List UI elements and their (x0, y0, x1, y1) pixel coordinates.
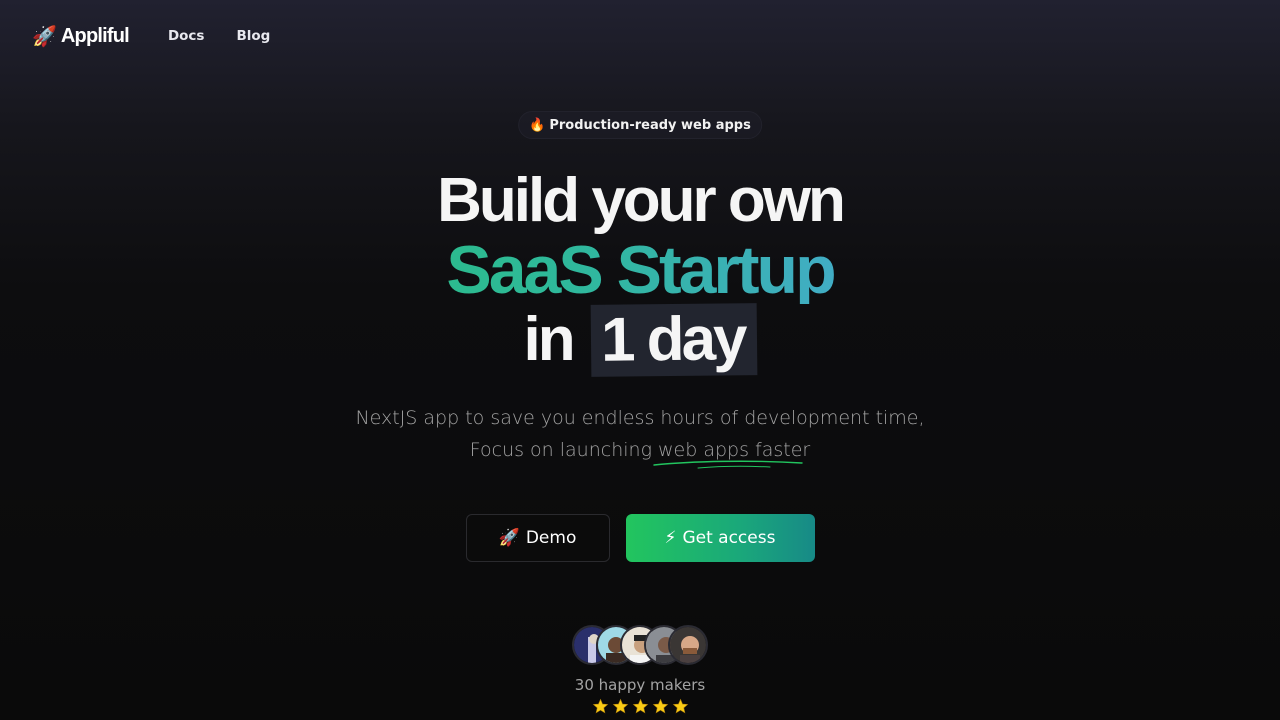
hero-subtitle: NextJS app to save you endless hours of … (0, 402, 1280, 469)
hero-headline: Build your own SaaS Startup in 1 day (0, 166, 1280, 377)
star-icon (632, 698, 648, 714)
headline-highlight: 1 day (590, 303, 757, 377)
headline-line-3: in 1 day (0, 303, 1280, 377)
demo-button[interactable]: 🚀 Demo (465, 514, 610, 562)
avatar (668, 625, 708, 665)
hero-actions: 🚀 Demo ⚡ Get access (0, 514, 1280, 562)
subtitle-line-2-prefix: Focus on launching (469, 439, 659, 461)
headline-line-2-gradient: SaaS Startup (0, 236, 1280, 304)
logo-text: Appliful (60, 24, 130, 47)
main-nav: Docs Blog (168, 28, 270, 44)
underlined-text: web apps faster (658, 439, 811, 461)
site-header: 🚀 Appliful Docs Blog (0, 0, 1280, 72)
fire-icon: 🔥 (529, 117, 546, 133)
logo-link[interactable]: 🚀 Appliful (32, 24, 130, 48)
underlined-phrase: web apps faster (653, 434, 811, 469)
avatar-stack (572, 625, 708, 665)
nav-link-docs[interactable]: Docs (168, 28, 205, 44)
get-access-button[interactable]: ⚡ Get access (625, 514, 815, 562)
star-icon (652, 698, 668, 714)
badge-text: Production-ready web apps (549, 117, 751, 133)
headline-prefix: in (523, 305, 576, 374)
headline-line-1: Build your own (437, 166, 846, 235)
rocket-icon: 🚀 (32, 24, 57, 48)
scribble-underline-icon (653, 460, 803, 469)
nav-link-blog[interactable]: Blog (236, 28, 270, 44)
get-access-button-label: Get access (682, 528, 776, 548)
subtitle-line-2: Focus on launching web apps faster (0, 434, 1280, 469)
star-icon (592, 698, 608, 714)
happy-makers-count: 30 happy makers (574, 676, 706, 694)
announcement-badge: 🔥 Production-ready web apps (518, 111, 762, 139)
star-icon (612, 698, 628, 714)
demo-button-label: Demo (525, 528, 577, 548)
rocket-icon: 🚀 (498, 528, 520, 548)
subtitle-line-1: NextJS app to save you endless hours of … (355, 407, 925, 429)
star-icon (672, 698, 688, 714)
rating-stars (0, 698, 1280, 715)
lightning-icon: ⚡ (664, 528, 677, 548)
